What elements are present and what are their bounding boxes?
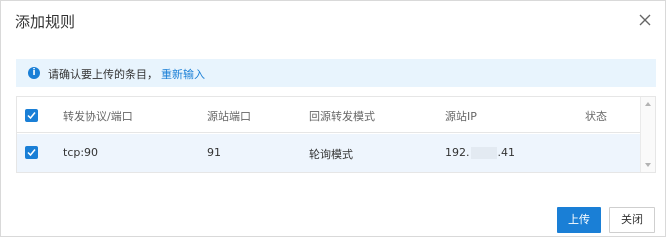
col-origin-ip: 源站IP xyxy=(445,110,477,123)
row-checkbox[interactable] xyxy=(25,146,38,159)
info-icon: i xyxy=(28,67,40,79)
close-button[interactable]: 关闭 xyxy=(609,207,655,233)
scroll-down-icon[interactable] xyxy=(645,163,651,167)
select-all-checkbox[interactable] xyxy=(25,109,38,122)
cell-origin-port: 91 xyxy=(207,146,221,159)
table-header: 转发协议/端口 源站端口 回源转发模式 源站IP 状态 xyxy=(17,97,641,133)
col-mode: 回源转发模式 xyxy=(309,110,375,123)
col-origin-port: 源站端口 xyxy=(207,110,251,123)
ip-mask xyxy=(470,147,497,159)
cell-protocol-port: tcp:90 xyxy=(63,146,99,159)
col-protocol-port: 转发协议/端口 xyxy=(63,110,133,123)
dialog-title: 添加规则 xyxy=(15,13,76,31)
cell-origin-ip: 192. .41 xyxy=(445,146,515,159)
scroll-up-icon[interactable] xyxy=(645,102,651,106)
rules-table: 转发协议/端口 源站端口 回源转发模式 源站IP 状态 tcp:90 91 轮询… xyxy=(16,96,656,173)
table-scrollbar[interactable] xyxy=(640,97,655,172)
table-row[interactable]: tcp:90 91 轮询模式 192. .41 xyxy=(17,134,641,172)
close-icon[interactable] xyxy=(637,12,653,28)
add-rule-dialog: 添加规则 i 请确认要上传的条目， 重新输入 转发协议/端口 源站端口 回源转发… xyxy=(0,0,666,237)
col-status: 状态 xyxy=(585,110,607,123)
ip-prefix: 192. xyxy=(445,146,470,159)
cell-mode: 轮询模式 xyxy=(309,148,353,161)
re-enter-link[interactable]: 重新输入 xyxy=(161,66,205,82)
notice-bar: i 请确认要上传的条目， 重新输入 xyxy=(16,59,656,87)
ip-suffix: .41 xyxy=(497,146,516,159)
notice-message: 请确认要上传的条目， xyxy=(48,68,158,81)
upload-button[interactable]: 上传 xyxy=(557,207,601,233)
